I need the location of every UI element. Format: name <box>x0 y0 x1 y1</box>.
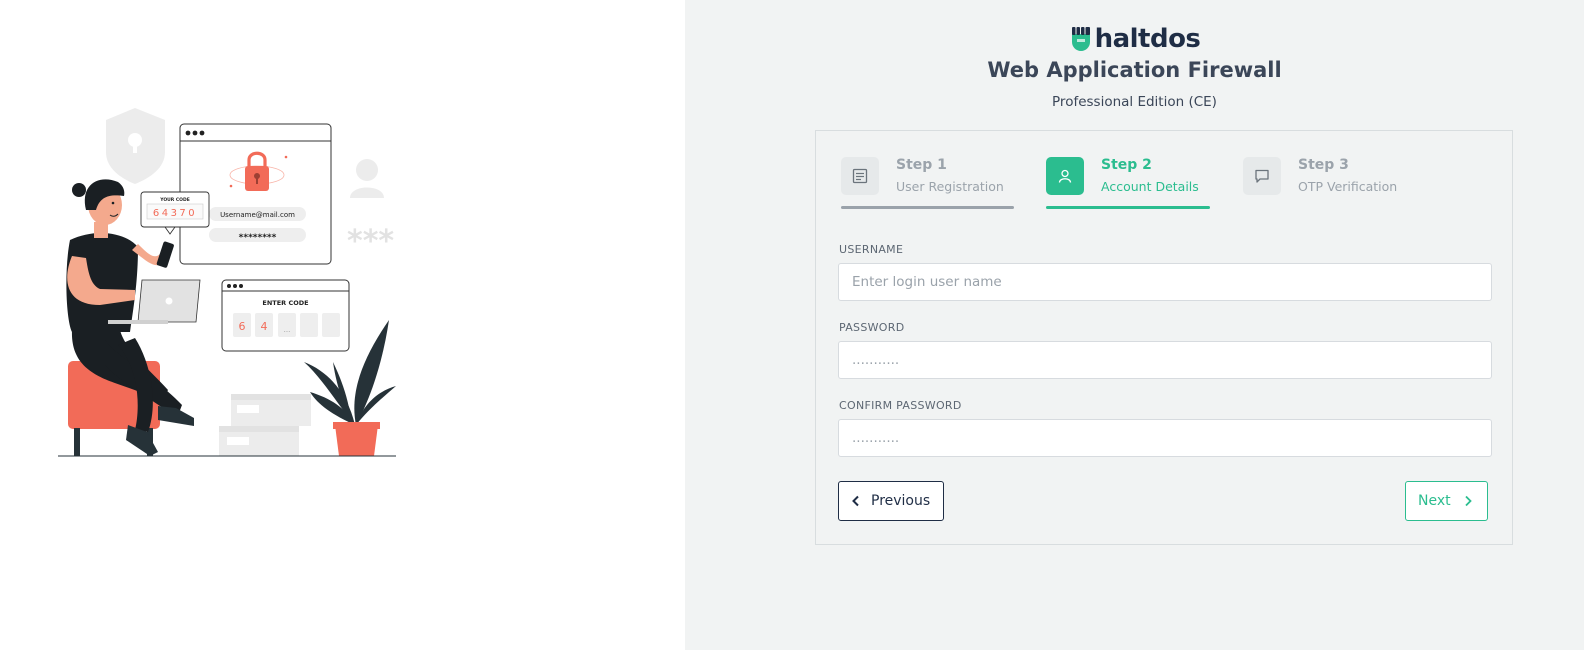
logo-text: haltdos <box>1094 24 1201 54</box>
step-account-details[interactable]: Step 2 Account Details <box>1046 157 1210 211</box>
login-illustration: *** Username@mail.com ******** YOUR CODE… <box>58 108 396 457</box>
svg-text:...: ... <box>284 326 291 334</box>
registration-card: Step 1 User Registration Step 2 Account … <box>815 130 1513 545</box>
password-input[interactable] <box>838 341 1492 379</box>
haltdos-fist-icon <box>1071 27 1090 51</box>
step-subtitle: OTP Verification <box>1298 179 1398 194</box>
previous-button[interactable]: Previous <box>838 481 944 521</box>
step-title: Step 2 <box>1101 157 1152 173</box>
step-user-registration[interactable]: Step 1 User Registration <box>841 157 1014 211</box>
confirm-password-input[interactable] <box>838 419 1492 457</box>
page-subtitle: Professional Edition (CE) <box>1052 94 1217 110</box>
document-icon <box>841 157 879 195</box>
chevron-left-icon <box>852 495 859 507</box>
step-otp-verification[interactable]: Step 3 OTP Verification <box>1243 157 1403 211</box>
chevron-right-icon <box>1464 495 1472 507</box>
confirm-password-label: CONFIRM PASSWORD <box>839 399 962 412</box>
step-title: Step 3 <box>1298 157 1349 173</box>
svg-text:***: *** <box>347 224 394 259</box>
brand-logo: haltdos <box>685 24 1584 54</box>
page-title: Web Application Firewall <box>987 58 1282 82</box>
chat-icon <box>1243 157 1281 195</box>
username-label: USERNAME <box>839 243 904 256</box>
step-progress-bar <box>1046 206 1210 209</box>
step-progress-bar <box>841 206 1014 209</box>
username-input[interactable] <box>838 263 1492 301</box>
svg-text:4: 4 <box>261 320 268 333</box>
svg-text:6: 6 <box>239 320 246 333</box>
user-icon <box>1046 157 1084 195</box>
login-panel: haltdos Web Application Firewall Profess… <box>685 0 1584 650</box>
svg-text:YOUR CODE: YOUR CODE <box>159 197 190 203</box>
step-title: Step 1 <box>896 157 947 173</box>
illustration-panel: *** Username@mail.com ******** YOUR CODE… <box>0 0 685 650</box>
svg-text:********: ******** <box>239 233 277 243</box>
password-label: PASSWORD <box>839 321 905 334</box>
svg-text:ENTER CODE: ENTER CODE <box>262 299 308 307</box>
next-label: Next <box>1418 493 1451 509</box>
next-button[interactable]: Next <box>1405 481 1488 521</box>
svg-text:64370: 64370 <box>153 208 197 219</box>
svg-text:Username@mail.com: Username@mail.com <box>220 211 295 219</box>
step-subtitle: User Registration <box>896 179 1004 194</box>
step-subtitle: Account Details <box>1101 179 1199 194</box>
previous-label: Previous <box>871 493 931 509</box>
